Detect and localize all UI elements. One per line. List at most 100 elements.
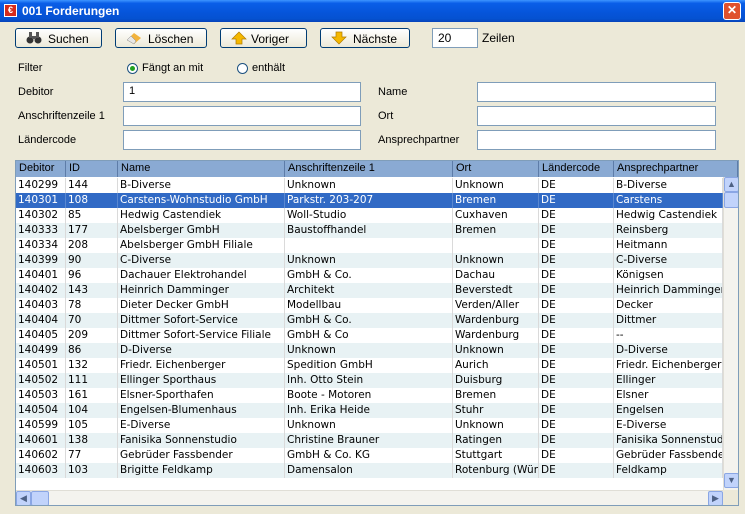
table-row[interactable]: 140333 177 Abelsberger GmbH Baustoffhandel B… (16, 223, 723, 238)
horizontal-scrollbar[interactable]: ◀ ▶ (16, 490, 723, 505)
filter-starts-with-label: Fängt an mit (142, 62, 204, 74)
table-row[interactable]: 140599 105 E-Diverse Unknown Unknown DE E-Dive… (16, 418, 723, 433)
name-input[interactable] (477, 82, 716, 102)
table-row[interactable]: 140405 209 Dittmer Sofort-Service Filiale G… (16, 328, 723, 343)
table-row[interactable]: 140502 111 Ellinger Sporthaus Inh. Otto Ste… (16, 373, 723, 388)
vertical-scroll-thumb[interactable] (724, 192, 738, 208)
cell-city: Aurich (453, 358, 539, 373)
country-code-input[interactable] (123, 130, 361, 150)
cell-contact: Reinsberg (614, 223, 723, 238)
table-row[interactable]: 140499 86 D-Diverse Unknown Unknown DE D-Diver… (16, 343, 723, 358)
cell-debitor: 140399 (16, 253, 66, 268)
cell-debitor: 140301 (16, 193, 66, 208)
cell-contact: Ellinger (614, 373, 723, 388)
cell-city: Wardenburg (453, 313, 539, 328)
previous-button[interactable]: Voriger (220, 28, 307, 48)
cell-address: Inh. Otto Stein (285, 373, 453, 388)
cell-country-code: DE (539, 313, 614, 328)
cell-address: GmbH & Co. (285, 313, 453, 328)
table-row[interactable]: 140403 78 Dieter Decker GmbH Modellbau Verde… (16, 298, 723, 313)
cell-address: Baustoffhandel (285, 223, 453, 238)
cell-contact: C-Diverse (614, 253, 723, 268)
cell-name: E-Diverse (118, 418, 285, 433)
cell-name: Fanisika Sonnenstudio (118, 433, 285, 448)
header-country-code[interactable]: Ländercode (539, 161, 614, 177)
results-table: Debitor ID Name Anschriftenzeile 1 Ort Länder… (15, 160, 739, 506)
cell-country-code: DE (539, 223, 614, 238)
table-row[interactable]: 140603 103 Brigitte Feldkamp Damensalon Rote… (16, 463, 723, 478)
header-address[interactable]: Anschriftenzeile 1 (285, 161, 453, 177)
table-row[interactable]: 140501 132 Friedr. Eichenberger Spedition G… (16, 358, 723, 373)
cell-contact: -- (614, 328, 723, 343)
table-row[interactable]: 140302 85 Hedwig Castendiek Woll-Studio Cuxh… (16, 208, 723, 223)
rows-count-input[interactable]: 20 (432, 28, 478, 48)
scroll-down-button[interactable]: ▼ (724, 473, 738, 488)
close-button[interactable]: ✕ (723, 2, 741, 20)
cell-country-code: DE (539, 268, 614, 283)
cell-address: Inh. Erika Heide (285, 403, 453, 418)
filter-contains-label: enthält (252, 62, 286, 74)
vertical-scrollbar[interactable]: ▲ ▼ (723, 177, 738, 490)
table-row[interactable]: 140301 108 Carstens-Wohnstudio GmbH Parkstr… (16, 193, 723, 208)
header-name[interactable]: Name (118, 161, 285, 177)
header-debitor[interactable]: Debitor (16, 161, 66, 177)
arrow-down-icon (331, 31, 347, 45)
search-button-label: Suchen (48, 32, 89, 46)
header-id[interactable]: ID (66, 161, 118, 177)
cell-contact: Gebrüder Fassbender (616, 448, 723, 463)
search-button[interactable]: Suchen (15, 28, 102, 48)
cell-city: Unknown (453, 253, 539, 268)
contact-input[interactable] (477, 130, 716, 150)
scroll-right-button[interactable]: ▶ (708, 491, 723, 505)
table-row[interactable]: 140401 96 Dachauer Elektrohandel GmbH & Co.… (16, 268, 723, 283)
header-contact[interactable]: Ansprechpartner (614, 161, 738, 177)
header-city[interactable]: Ort (453, 161, 539, 177)
table-row[interactable]: 140402 143 Heinrich Damminger Architekt Beve… (16, 283, 723, 298)
cell-id: 208 (66, 238, 118, 253)
cell-country-code: DE (539, 328, 614, 343)
cell-debitor: 140401 (16, 268, 66, 283)
cell-name: Ellinger Sporthaus (118, 373, 285, 388)
horizontal-scroll-thumb[interactable] (31, 491, 49, 505)
cell-id: 78 (66, 298, 118, 313)
delete-button-label: Löschen (148, 32, 194, 46)
table-row[interactable]: 140504 104 Engelsen-Blumenhaus Inh. Erika H… (16, 403, 723, 418)
cell-city: Stuttgart (453, 448, 539, 463)
delete-button[interactable]: Löschen (115, 28, 207, 48)
next-button[interactable]: Nächste (320, 28, 410, 48)
table-row[interactable]: 140601 138 Fanisika Sonnenstudio Christine … (16, 433, 723, 448)
cell-city: Unknown (453, 178, 539, 193)
cell-contact: E-Diverse (614, 418, 723, 433)
cell-id: 103 (66, 463, 118, 478)
address-input[interactable] (123, 106, 361, 126)
cell-contact: Elsner (614, 388, 723, 403)
debitor-input[interactable]: 1 (123, 82, 361, 102)
city-input[interactable] (477, 106, 716, 126)
cell-address: Unknown (285, 418, 453, 433)
cell-city: Ratingen (453, 433, 539, 448)
table-row[interactable]: 140334 208 Abelsberger GmbH Filiale DE Heitm… (16, 238, 723, 253)
cell-country-code: DE (539, 298, 614, 313)
title-bar[interactable]: € 001 Forderungen ✕ (0, 0, 745, 22)
cell-debitor: 140601 (16, 433, 66, 448)
filter-contains-radio[interactable] (237, 63, 248, 74)
cell-debitor: 140499 (16, 343, 66, 358)
cell-country-code: DE (539, 358, 614, 373)
contact-label: Ansprechpartner (378, 134, 460, 146)
cell-name: Dieter Decker GmbH (118, 298, 285, 313)
table-row[interactable]: 140404 70 Dittmer Sofort-Service GmbH & Co.… (16, 313, 723, 328)
city-label: Ort (378, 110, 394, 122)
cell-id: 90 (66, 253, 118, 268)
table-row[interactable]: 140602 77 Gebrüder Fassbender GmbH & Co. KG… (16, 448, 723, 463)
filter-starts-with-radio[interactable] (127, 63, 138, 74)
table-row[interactable]: 140503 161 Elsner-Sporthafen Boote - Motore… (16, 388, 723, 403)
cell-country-code: DE (539, 343, 614, 358)
table-row[interactable]: 140299 144 B-Diverse Unknown Unknown DE B-Dive… (16, 178, 723, 193)
cell-contact: Engelsen (614, 403, 723, 418)
cell-country-code: DE (539, 388, 614, 403)
scroll-up-button[interactable]: ▲ (724, 177, 738, 192)
scroll-left-button[interactable]: ◀ (16, 491, 31, 505)
cell-country-code: DE (539, 193, 614, 208)
table-row[interactable]: 140399 90 C-Diverse Unknown Unknown DE C-Diver… (16, 253, 723, 268)
cell-debitor: 140603 (16, 463, 66, 478)
